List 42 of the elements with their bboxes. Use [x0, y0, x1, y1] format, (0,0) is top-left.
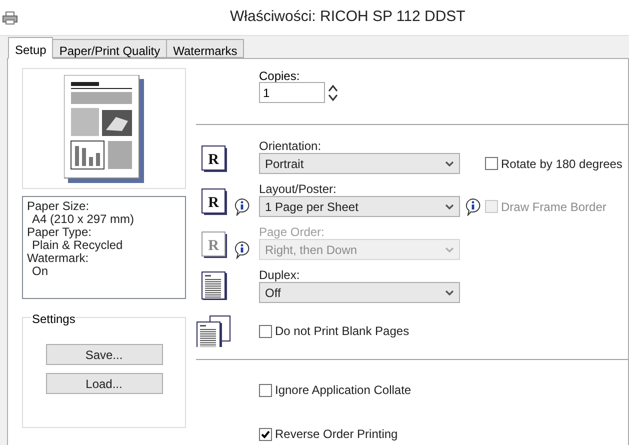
field-label: Duplex: — [259, 267, 301, 282]
tab[interactable]: Watermarks — [166, 39, 244, 58]
checkbox-label: Do not Print Blank Pages — [275, 323, 410, 340]
copies-label: Copies: — [259, 68, 301, 82]
checkbox-label: Draw Frame Border — [501, 198, 606, 216]
checkbox-label: Rotate by 180 degrees — [501, 156, 622, 172]
pages-icon — [196, 315, 232, 347]
tab[interactable]: Setup — [8, 37, 54, 59]
checkbox-label: Ignore Application Collate — [275, 382, 412, 399]
info-value: Plain & Recycled — [32, 239, 124, 252]
info-label: Paper Size: — [27, 200, 90, 213]
info-label: Watermark: — [27, 252, 89, 265]
tab[interactable]: Paper/Print Quality — [52, 39, 168, 58]
field-label: Page Order: — [259, 224, 326, 239]
checkbox[interactable] — [259, 428, 272, 440]
dropdown[interactable]: 1 Page per Sheet — [259, 196, 460, 217]
chevron-down-icon — [445, 246, 454, 252]
checkmark-icon — [261, 430, 270, 438]
info-icon[interactable] — [233, 198, 251, 216]
chevron-down-icon — [445, 204, 454, 210]
copies-field[interactable]: 1 — [259, 82, 325, 103]
checkbox[interactable] — [485, 157, 498, 170]
info-value: On — [31, 265, 50, 278]
settings-button[interactable]: Save... — [46, 344, 162, 365]
page-icon: R — [201, 188, 228, 216]
field-label: Layout/Poster: — [259, 181, 338, 196]
dropdown[interactable]: Portrait — [259, 153, 460, 174]
page-icon: R — [201, 231, 228, 259]
chevron-down-icon — [445, 160, 454, 166]
chevron-down-icon — [445, 290, 454, 296]
document-icon — [201, 271, 229, 302]
window-title: Właściwości: RICOH SP 112 DDST — [230, 7, 466, 28]
checkbox-label: Reverse Order Printing — [275, 426, 398, 443]
info-value: A4 (210 x 297 mm) — [32, 213, 136, 226]
checkbox[interactable] — [259, 384, 272, 396]
checkbox[interactable] — [259, 324, 272, 338]
info-label: Paper Type: — [27, 226, 92, 239]
field-label: Orientation: — [259, 138, 322, 153]
page-icon: R — [201, 145, 228, 173]
dropdown[interactable]: Off — [259, 282, 460, 303]
spinner-icon[interactable] — [328, 82, 338, 102]
settings-button[interactable]: Load... — [46, 373, 162, 394]
